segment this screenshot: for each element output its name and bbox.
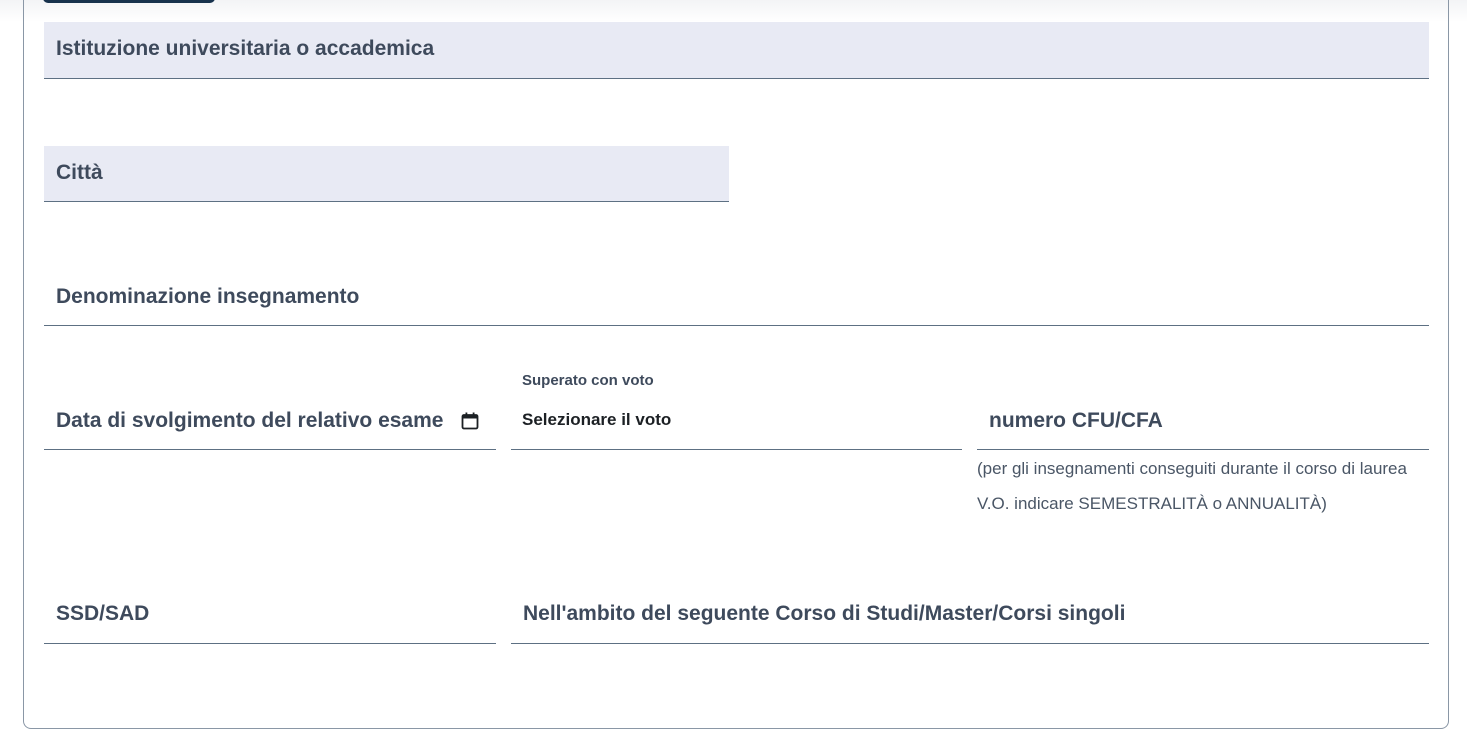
- grade-label: Superato con voto: [522, 372, 654, 389]
- ssd-label: SSD/SAD: [56, 602, 150, 625]
- grade-select[interactable]: Selezionare il voto: [511, 400, 962, 450]
- course-name-field[interactable]: Denominazione insegnamento: [44, 270, 1429, 326]
- calendar-icon[interactable]: [461, 412, 479, 430]
- city-field[interactable]: Città: [44, 146, 729, 202]
- cfu-field[interactable]: numero CFU/CFA: [977, 394, 1429, 450]
- exam-date-field[interactable]: Data di svolgimento del relativo esame: [44, 394, 496, 450]
- program-label: Nell'ambito del seguente Corso di Studi/…: [523, 602, 1126, 625]
- institution-field[interactable]: Istituzione universitaria o accademica: [44, 22, 1429, 79]
- institution-label: Istituzione universitaria o accademica: [56, 37, 435, 60]
- cfu-label: numero CFU/CFA: [989, 409, 1163, 432]
- ssd-field[interactable]: SSD/SAD: [44, 588, 496, 644]
- city-label: Città: [56, 161, 103, 184]
- grade-select-value: Selezionare il voto: [522, 410, 672, 429]
- course-name-label: Denominazione insegnamento: [56, 285, 360, 308]
- exam-date-label: Data di svolgimento del relativo esame: [56, 409, 444, 432]
- cfu-help-text: (per gli insegnamenti conseguiti durante…: [977, 459, 1407, 513]
- program-field[interactable]: Nell'ambito del seguente Corso di Studi/…: [511, 588, 1429, 644]
